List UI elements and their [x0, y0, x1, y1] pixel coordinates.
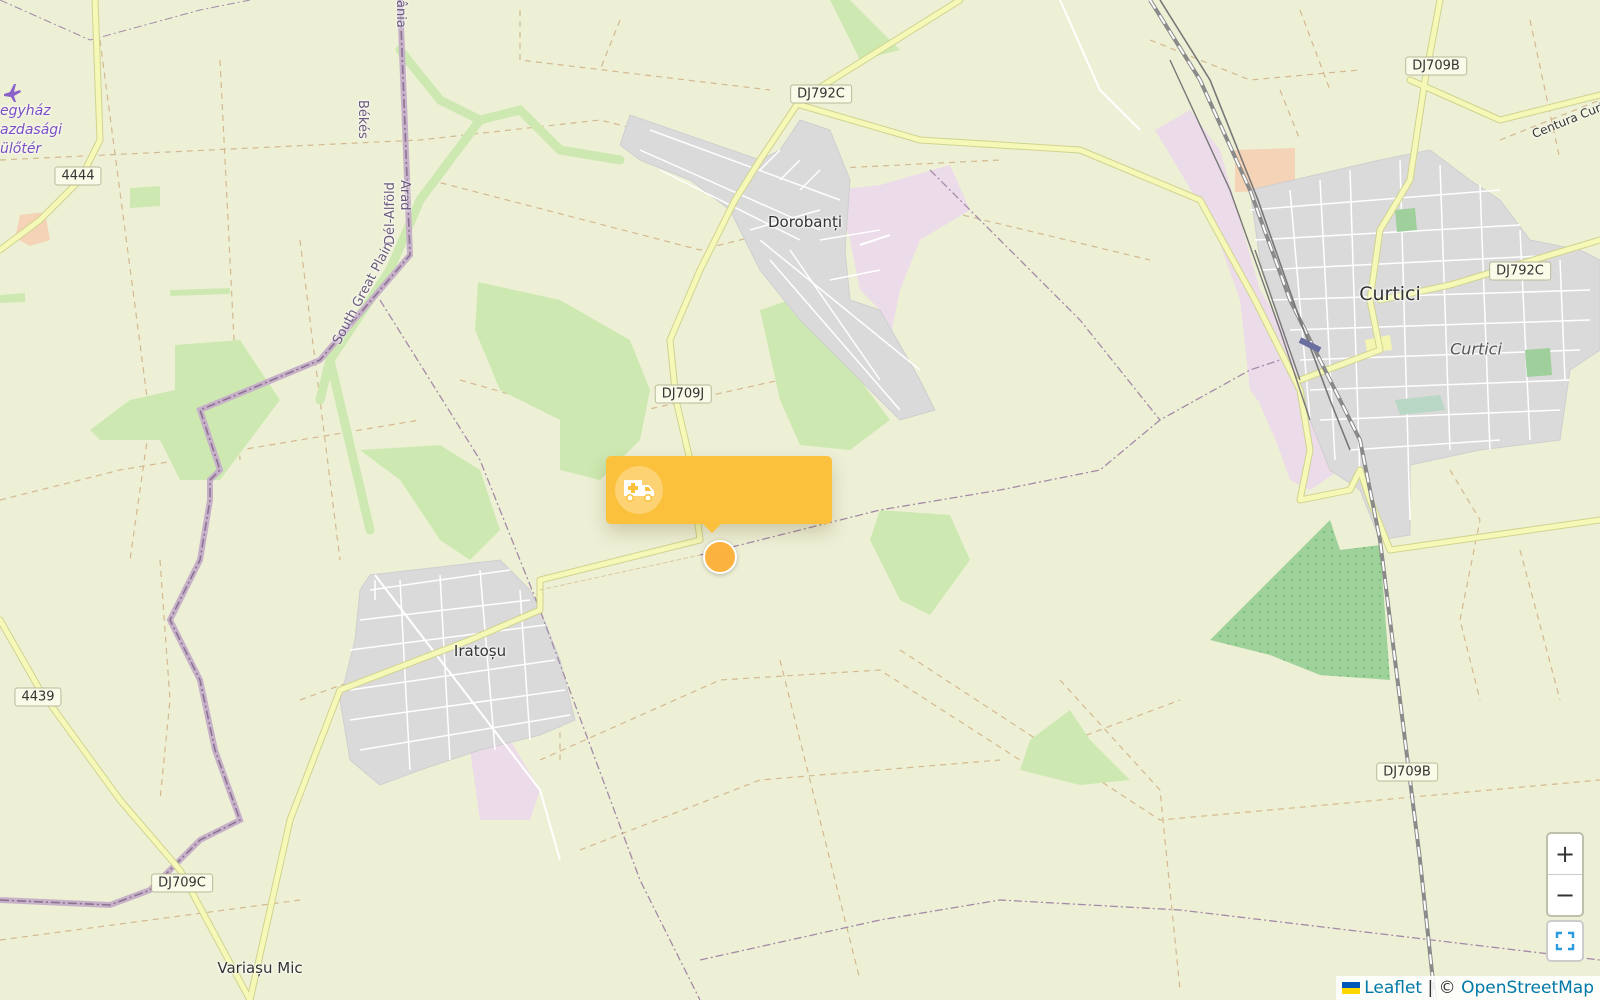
road-shield: 4444 [54, 166, 102, 186]
road-shield: DJ709C [151, 873, 213, 893]
ukraine-flag-icon [1342, 982, 1361, 994]
ambulance-icon [615, 466, 663, 514]
poi-label-airfield: egyház azdasági ülőtér [0, 103, 63, 157]
fullscreen-icon [1555, 931, 1575, 951]
location-marker[interactable] [703, 540, 737, 574]
zoom-out-button[interactable]: − [1548, 875, 1582, 915]
marker-popup[interactable] [606, 456, 832, 533]
boundary-label: Békés [355, 100, 370, 139]
place-label-dorobanti: Dorobanți [767, 213, 843, 231]
attribution-separator: | © [1422, 978, 1462, 998]
road-shield: DJ709B [1376, 762, 1438, 782]
leaflet-link[interactable]: Leaflet [1364, 978, 1422, 998]
zoom-in-button[interactable]: + [1548, 834, 1582, 875]
popup-label [674, 472, 824, 508]
map-viewport[interactable]: Dorobanți Curtici Curtici Iratoșu Variaș… [0, 0, 1600, 1000]
boundary-label: Dél-Alföld [383, 182, 398, 245]
road-shield: DJ792C [1489, 261, 1551, 281]
place-label-iratosu: Iratoșu [453, 642, 507, 660]
road-shield: DJ709J [654, 384, 712, 404]
road-shield: DJ792C [790, 84, 852, 104]
place-label-variasu-mic: Variașu Mic [217, 959, 303, 977]
fullscreen-button[interactable] [1546, 920, 1584, 962]
zoom-control: + − [1546, 832, 1584, 917]
place-label-curtici-area: Curtici [1450, 339, 1502, 359]
road-shield: 4439 [14, 687, 62, 707]
boundary-label: Arad [397, 180, 412, 211]
boundary-label: ânia [393, 0, 408, 28]
road-shield: DJ709B [1405, 56, 1467, 76]
place-label-curtici: Curtici [1359, 283, 1421, 305]
attribution: Leaflet | © OpenStreetMap [1336, 976, 1600, 1000]
openstreetmap-link[interactable]: OpenStreetMap [1461, 978, 1594, 998]
